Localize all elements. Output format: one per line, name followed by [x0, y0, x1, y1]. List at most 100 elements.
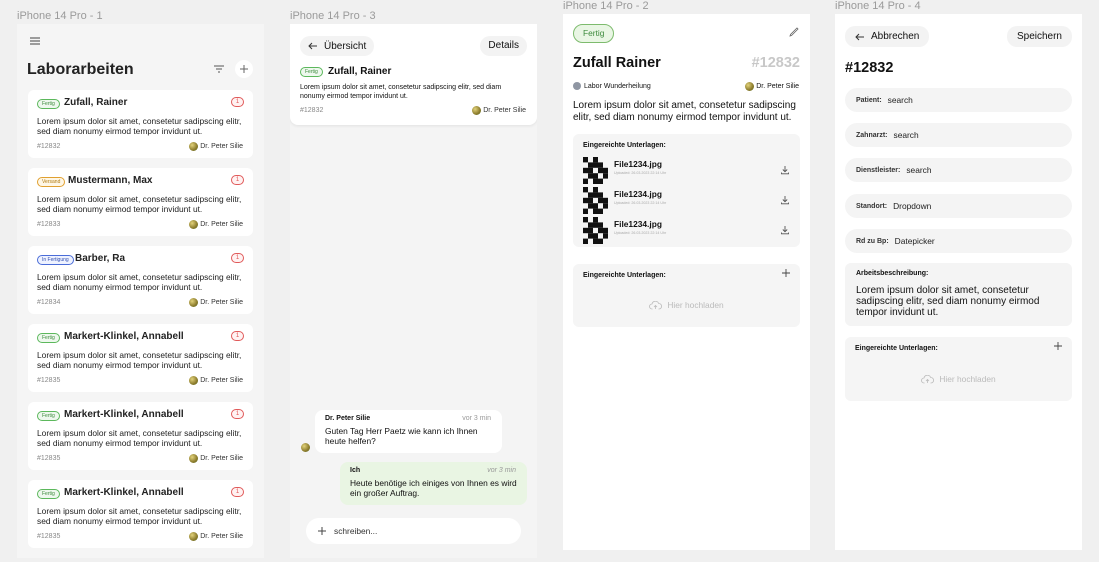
status-badge: Fertig — [573, 24, 615, 43]
field-value: search — [887, 95, 913, 105]
message-input-placeholder: schreiben... — [334, 526, 378, 536]
field-value: Dropdown — [893, 201, 932, 211]
work-description-field[interactable]: Arbeitsbeschreibung: Lorem ipsum dolor s… — [845, 263, 1072, 326]
back-label: Übersicht — [324, 40, 367, 52]
arrow-left-icon — [855, 33, 865, 41]
filter-icon[interactable] — [211, 61, 227, 77]
files-panel: Eingereichte Unterlagen: File1234.jpg Upl… — [573, 134, 800, 247]
form-field[interactable]: Rd zu Bp: Datepicker — [845, 229, 1072, 253]
unread-count-badge: 1 — [231, 253, 244, 263]
order-description: Lorem ipsum dolor sit amet, consetetur s… — [37, 350, 242, 370]
file-row[interactable]: File1234.jpg Uploaded: 26.03.2023 22:14 U… — [583, 217, 790, 245]
plus-icon[interactable] — [318, 527, 326, 535]
doctor: Dr. Peter Silie — [745, 82, 799, 91]
doctor-name: Dr. Peter Silie — [200, 299, 243, 306]
field-value: search — [893, 130, 919, 140]
doctor-name: Dr. Peter Silie — [756, 83, 799, 90]
message-input[interactable]: schreiben... — [306, 518, 521, 544]
patient-name: Markert-Klinkel, Annabell — [64, 487, 184, 498]
form-field[interactable]: Dienstleister: search — [845, 158, 1072, 182]
upload-button[interactable]: Hier hochladen — [573, 300, 800, 310]
file-name: File1234.jpg — [614, 159, 662, 169]
chat-message: Ich vor 3 min Heute benötige ich einiges… — [340, 462, 527, 505]
detail-screen: Fertig Zufall Rainer #12832 Labor Wunder… — [563, 14, 810, 550]
status-badge: Fertig — [37, 99, 60, 109]
order-description: Lorem ipsum dolor sit amet, consetetur s… — [573, 100, 796, 123]
avatar — [472, 106, 482, 115]
order-card[interactable]: Fertig Markert-Klinkel, Annabell 1 Lorem ip… — [28, 402, 253, 470]
doctor: Dr. Peter Silie — [472, 106, 526, 115]
order-description: Lorem ipsum dolor sit amet, consetetur s… — [37, 428, 242, 448]
lab-name: Labor Wunderheilung — [584, 82, 651, 90]
frame-label: iPhone 14 Pro - 3 — [290, 10, 376, 22]
avatar — [189, 454, 199, 463]
cancel-button[interactable]: Abbrechen — [845, 26, 930, 47]
file-thumbnail — [583, 157, 608, 184]
upload-button[interactable]: Hier hochladen — [845, 374, 1072, 384]
unread-count-badge: 1 — [231, 487, 244, 497]
form-field[interactable]: Standort: Dropdown — [845, 194, 1072, 218]
doctor: Dr. Peter Silie — [189, 220, 243, 229]
doctor-name: Dr. Peter Silie — [200, 143, 243, 150]
add-button[interactable] — [235, 60, 253, 78]
status-badge: Fertig — [300, 67, 323, 77]
order-card[interactable]: Versand Mustermann, Max 1 Lorem ipsum dolor… — [28, 168, 253, 236]
avatar — [301, 443, 310, 452]
unread-count-badge: 1 — [231, 175, 244, 185]
doctor: Dr. Peter Silie — [189, 376, 243, 385]
file-name: File1234.jpg — [614, 219, 662, 229]
order-description: Lorem ipsum dolor sit amet, consetetur s… — [37, 116, 242, 136]
message-time: vor 3 min — [462, 415, 491, 422]
patient-name: Barber, Ra — [75, 253, 126, 264]
doctor: Dr. Peter Silie — [189, 454, 243, 463]
file-uploaded: Uploaded: 26.03.2023 22:14 Uhr — [614, 201, 667, 205]
upload-panel: Eingereichte Unterlagen: Hier hochladen — [573, 264, 800, 327]
upload-label: Hier hochladen — [667, 300, 724, 310]
form-field[interactable]: Zahnarzt: search — [845, 123, 1072, 147]
doctor-name: Dr. Peter Silie — [200, 377, 243, 384]
download-icon[interactable] — [780, 165, 790, 175]
order-card[interactable]: In Fertigung Barber, Ra 1 Lorem ipsum dolor… — [28, 246, 253, 314]
message-sender: Ich — [350, 467, 361, 474]
frame-label: iPhone 14 Pro - 2 — [563, 0, 649, 12]
patient-name: Zufall, Rainer — [64, 97, 128, 108]
status-badge: Versand — [37, 177, 66, 187]
cloud-upload-icon — [921, 374, 935, 384]
menu-icon[interactable] — [29, 36, 41, 46]
files-title: Eingereichte Unterlagen: — [583, 142, 666, 149]
upload-title: Eingereichte Unterlagen: — [583, 272, 666, 279]
lab-icon — [573, 82, 581, 90]
back-button[interactable]: Übersicht — [300, 36, 375, 56]
download-icon[interactable] — [780, 225, 790, 235]
lab: Labor Wunderheilung — [573, 82, 651, 90]
avatar — [189, 376, 199, 385]
order-id: #12835 — [37, 377, 61, 384]
details-button[interactable]: Details — [480, 36, 527, 56]
save-button[interactable]: Speichern — [1006, 26, 1072, 47]
order-description: Lorem ipsum dolor sit amet, consetetur s… — [37, 272, 242, 292]
order-description: Lorem ipsum dolor sit amet, consetetur s… — [37, 194, 242, 214]
doctor: Dr. Peter Silie — [189, 532, 243, 541]
field-value: Datepicker — [894, 236, 935, 246]
chat-screen: Übersicht Details Fertig Zufall, Rainer … — [290, 24, 537, 558]
page-title: #12832 — [845, 60, 894, 76]
order-card[interactable]: Fertig Zufall, Rainer 1 Lorem ipsum dolor s… — [28, 90, 253, 158]
order-id: #12832 — [37, 143, 61, 150]
file-row[interactable]: File1234.jpg Uploaded: 26.03.2023 22:14 U… — [583, 157, 790, 185]
file-row[interactable]: File1234.jpg Uploaded: 26.03.2023 22:14 U… — [583, 187, 790, 215]
frame-label: iPhone 14 Pro - 4 — [835, 0, 921, 12]
form-field[interactable]: Patient: search — [845, 88, 1072, 112]
order-description: Lorem ipsum dolor sit amet, consetetur s… — [37, 506, 242, 526]
avatar — [745, 82, 755, 91]
cancel-label: Abbrechen — [871, 31, 920, 42]
plus-icon[interactable] — [1054, 342, 1062, 350]
field-label: Standort: — [856, 202, 888, 210]
order-card[interactable]: Fertig Markert-Klinkel, Annabell 1 Lorem ip… — [28, 480, 253, 548]
field-label: Dienstleister: — [856, 166, 901, 174]
edit-icon[interactable] — [789, 27, 799, 37]
plus-icon[interactable] — [782, 269, 790, 277]
order-card[interactable]: Fertig Markert-Klinkel, Annabell 1 Lorem ip… — [28, 324, 253, 392]
order-id: #12833 — [37, 221, 61, 228]
download-icon[interactable] — [780, 195, 790, 205]
doctor-name: Dr. Peter Silie — [200, 221, 243, 228]
